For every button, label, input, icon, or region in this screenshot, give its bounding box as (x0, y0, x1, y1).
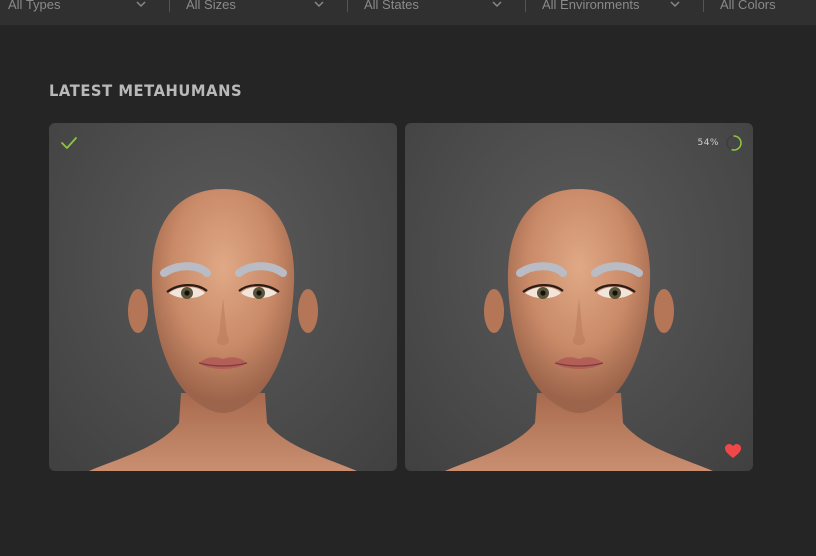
metahuman-card[interactable] (49, 123, 397, 471)
heart-icon[interactable] (724, 443, 742, 459)
chevron-down-icon (136, 1, 146, 8)
progress-percent: 54% (697, 138, 719, 148)
filter-divider (703, 0, 704, 12)
section-title: LATEST METAHUMANS (49, 81, 243, 100)
filter-sizes-label: All Sizes (186, 0, 236, 12)
filter-environments-dropdown[interactable]: All Environments (542, 0, 680, 15)
filter-divider (347, 0, 348, 12)
check-icon (61, 137, 77, 149)
filter-environments-label: All Environments (542, 0, 640, 12)
chevron-down-icon (314, 1, 324, 8)
metahuman-portrait-image (445, 189, 713, 471)
filter-colors-dropdown[interactable]: All Colors (720, 0, 776, 15)
metahuman-portrait-image (89, 189, 357, 471)
filter-types-label: All Types (8, 0, 61, 12)
progress-ring-icon (726, 135, 742, 151)
filter-types-dropdown[interactable]: All Types (8, 0, 146, 15)
filter-divider (169, 0, 170, 12)
metahuman-card[interactable]: 54% (405, 123, 753, 471)
filter-colors-label: All Colors (720, 0, 776, 12)
filter-states-dropdown[interactable]: All States (364, 0, 502, 15)
filter-divider (525, 0, 526, 12)
download-progress: 54% (697, 134, 743, 152)
chevron-down-icon (492, 1, 502, 8)
filter-states-label: All States (364, 0, 419, 12)
filter-sizes-dropdown[interactable]: All Sizes (186, 0, 324, 15)
chevron-down-icon (670, 1, 680, 8)
filter-bar: All Types All Sizes All States All Envir… (0, 0, 816, 25)
